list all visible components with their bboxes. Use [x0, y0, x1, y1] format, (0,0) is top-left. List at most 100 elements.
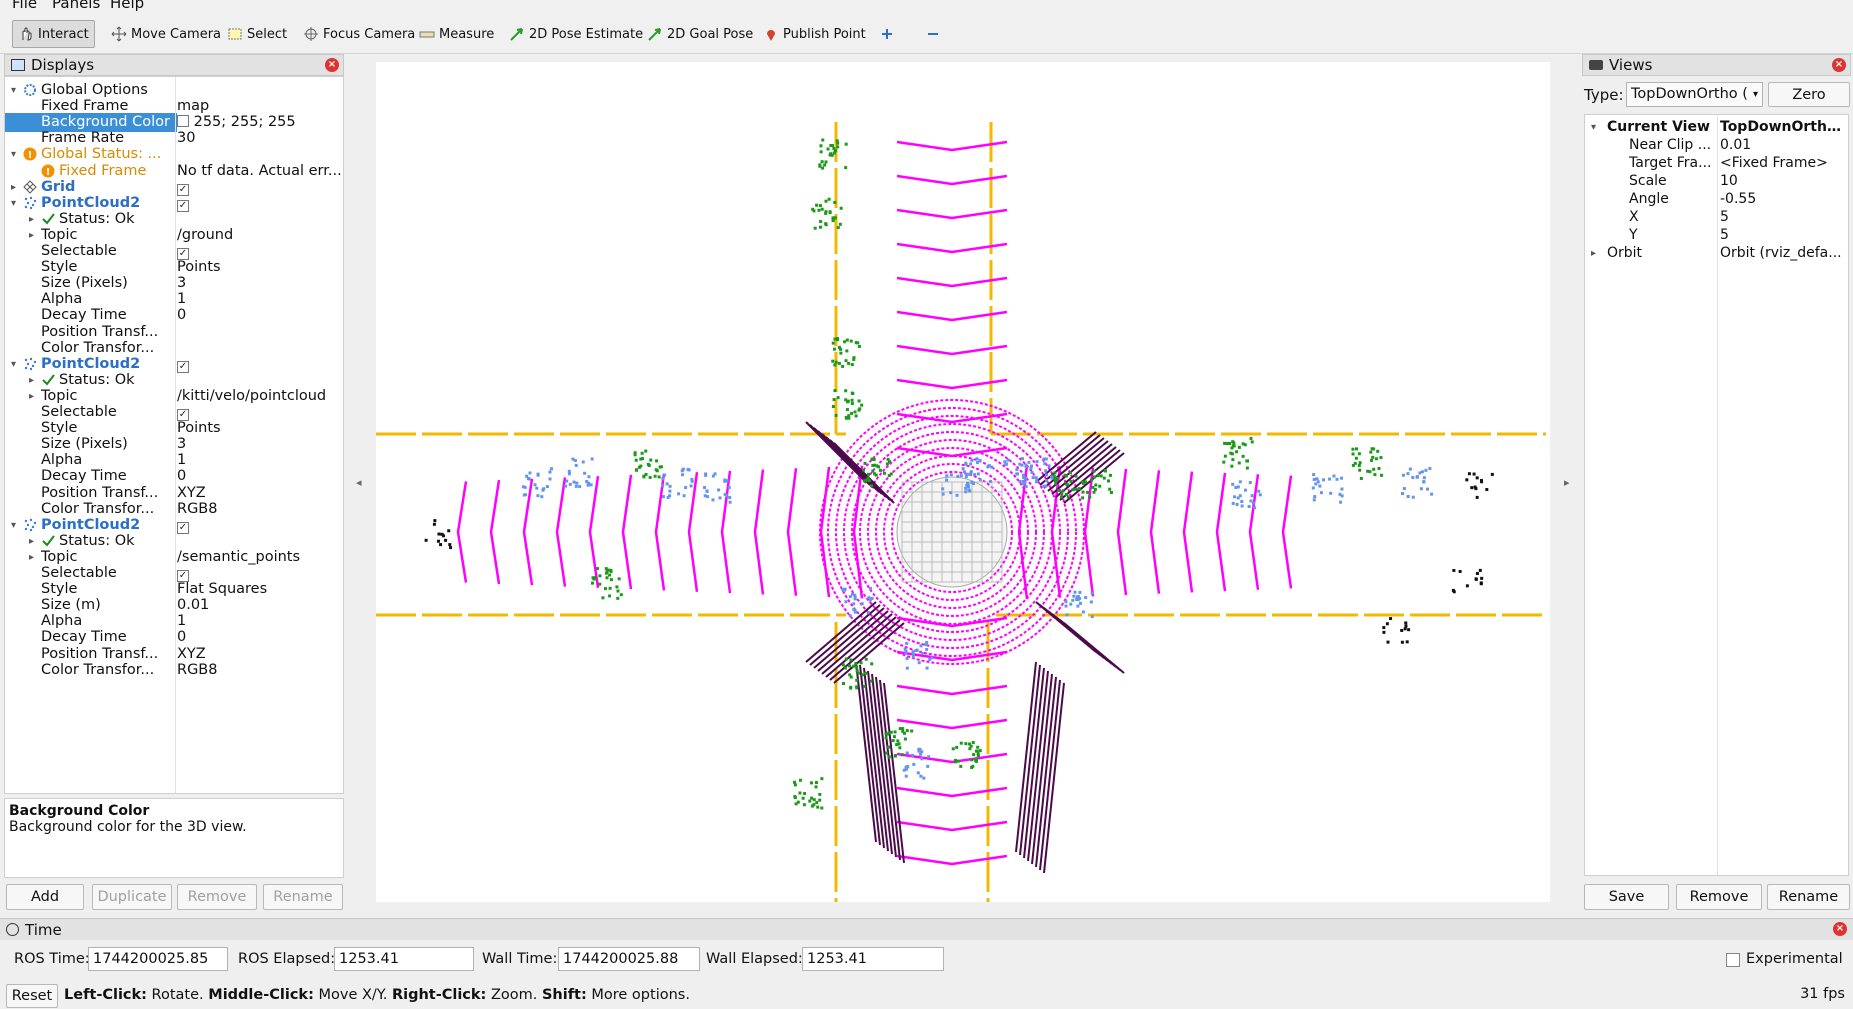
focus-camera-tool-button[interactable]: Focus Camera — [298, 20, 420, 48]
pose-estimate-tool-button[interactable]: 2D Pose Estimate — [504, 20, 648, 48]
vehicle-points — [904, 649, 908, 653]
vehicle-points — [665, 482, 669, 486]
view-row-value[interactable]: Orbit (rviz_defa... — [1720, 245, 1848, 262]
vegetation-points — [1086, 490, 1090, 494]
vehicle-points — [1332, 474, 1336, 478]
add-tool-button[interactable] — [874, 20, 900, 48]
warning-icon: ! — [41, 164, 55, 178]
vehicle-points — [912, 762, 916, 766]
collapse-left-handle[interactable]: ◂ — [356, 476, 362, 489]
wall-elapsed-field[interactable]: 1253.41 — [802, 947, 944, 971]
vegetation-points — [834, 149, 838, 153]
menu-file[interactable]: File — [12, 0, 37, 12]
vegetation-points — [1109, 490, 1113, 494]
close-icon[interactable]: × — [1832, 58, 1846, 72]
vegetation-points — [1357, 452, 1361, 456]
move-camera-tool-button[interactable]: Move Camera — [106, 20, 226, 48]
publish-point-tool-button[interactable]: Publish Point — [758, 20, 871, 48]
vehicle-points — [1035, 460, 1039, 464]
warning-icon: ! — [23, 147, 37, 161]
view-row-value[interactable]: TopDownOrtho ... — [1720, 119, 1848, 136]
vegetation-points — [871, 463, 875, 467]
zero-button[interactable]: Zero — [1768, 82, 1850, 107]
vegetation-points — [1372, 447, 1376, 451]
interact-tool-button[interactable]: Interact — [12, 20, 95, 48]
render-viewport[interactable] — [376, 62, 1550, 902]
vehicle-points — [536, 472, 540, 476]
color-swatch[interactable] — [177, 115, 189, 128]
vehicle-points — [1243, 488, 1247, 492]
view-row-value[interactable]: 5 — [1720, 227, 1848, 244]
vegetation-points — [861, 673, 865, 677]
rename-view-button[interactable]: Rename — [1767, 884, 1850, 910]
remove-view-button[interactable]: Remove — [1676, 884, 1762, 910]
view-row-value[interactable]: -0.55 — [1720, 191, 1848, 208]
view-row-value[interactable]: 10 — [1720, 173, 1848, 190]
vehicle-points — [860, 602, 864, 606]
column-divider[interactable] — [1717, 115, 1718, 875]
rename-display-button[interactable]: Rename — [263, 884, 343, 910]
focus-crosshair-icon — [303, 26, 319, 42]
road-points — [1023, 667, 1045, 859]
svg-text:!: ! — [28, 150, 33, 161]
column-divider[interactable] — [175, 77, 176, 793]
vehicle-points — [1428, 467, 1432, 471]
menu-panels[interactable]: Panels — [52, 0, 100, 12]
measure-tool-button[interactable]: Measure — [414, 20, 499, 48]
green-arrow-icon — [647, 26, 663, 42]
wall-time-field[interactable]: 1744200025.88 — [558, 947, 700, 971]
reset-button[interactable]: Reset — [6, 984, 58, 1008]
checkmark-icon — [41, 373, 55, 387]
save-view-button[interactable]: Save — [1584, 884, 1669, 910]
vegetation-points — [1074, 474, 1078, 478]
vehicle-points — [1406, 494, 1410, 498]
vehicle-points — [1024, 484, 1028, 488]
vehicle-points — [575, 481, 579, 485]
vegetation-points — [849, 658, 853, 662]
vehicle-points — [905, 657, 909, 661]
vehicle-points — [1329, 491, 1333, 495]
lidar-ring — [786, 468, 798, 596]
view-row-value[interactable]: 0.01 — [1720, 137, 1848, 154]
vehicle-points — [718, 496, 722, 500]
ros-elapsed-field[interactable]: 1253.41 — [334, 947, 474, 971]
vehicle-points — [1047, 464, 1051, 468]
lidar-ring — [753, 469, 765, 595]
right-click-desc: Zoom. — [486, 987, 542, 1003]
collapse-arrow-icon[interactable]: ▸ — [1591, 245, 1596, 262]
collapse-right-handle[interactable]: ▸ — [1564, 476, 1570, 489]
view-row-value[interactable]: 5 — [1720, 209, 1848, 226]
vehicle-points — [1078, 601, 1082, 605]
vegetation-points — [835, 337, 839, 341]
vegetation-points — [615, 585, 619, 589]
add-display-button[interactable]: Add — [6, 884, 84, 910]
duplicate-display-button[interactable]: Duplicate — [92, 884, 172, 910]
select-tool-button[interactable]: Select — [222, 20, 292, 48]
vegetation-points — [1245, 466, 1249, 470]
goal-pose-tool-button[interactable]: 2D Goal Pose — [642, 20, 758, 48]
vehicle-points — [578, 485, 582, 489]
expand-arrow-icon[interactable]: ▾ — [1591, 119, 1596, 136]
unlabeled-points — [448, 543, 452, 547]
point-cloud-icon — [23, 196, 37, 210]
left-click-desc: Rotate. — [146, 987, 209, 1003]
vehicle-points — [949, 491, 953, 495]
view-type-select[interactable]: TopDownOrtho ( ▾ — [1626, 82, 1763, 107]
vehicle-points — [1419, 487, 1423, 491]
vehicle-points — [1071, 598, 1075, 602]
remove-display-button[interactable]: Remove — [177, 884, 257, 910]
menu-help[interactable]: Help — [110, 0, 144, 12]
vehicle-points — [528, 471, 532, 475]
remove-tool-button[interactable] — [920, 20, 946, 48]
vehicle-points — [725, 494, 729, 498]
vehicle-points — [548, 470, 552, 474]
vegetation-points — [818, 792, 822, 796]
close-icon[interactable]: × — [325, 58, 339, 72]
view-row-value[interactable]: <Fixed Frame> — [1720, 155, 1848, 172]
close-icon[interactable]: × — [1833, 922, 1847, 936]
display-row-value[interactable]: RGB8 — [177, 661, 343, 680]
vegetation-points — [833, 216, 837, 220]
experimental-checkbox[interactable] — [1726, 953, 1740, 967]
ros-time-field[interactable]: 1744200025.85 — [88, 947, 228, 971]
vegetation-points — [1235, 450, 1239, 454]
